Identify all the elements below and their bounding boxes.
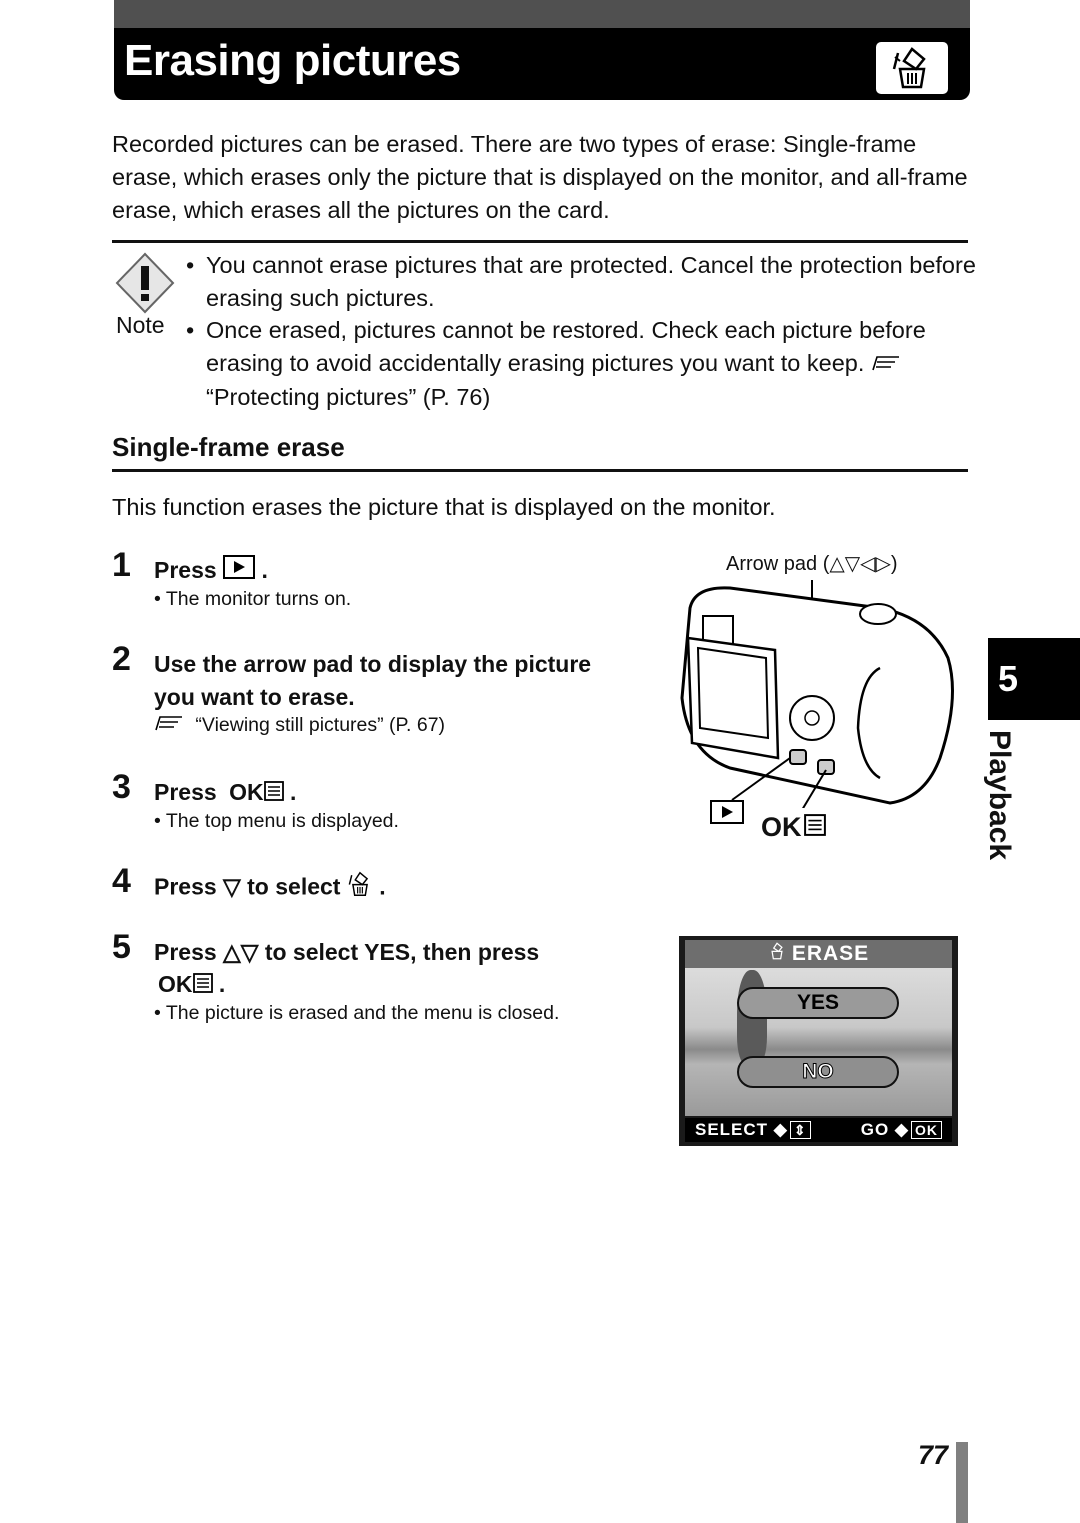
erase-trash-icon [876, 42, 948, 94]
warning-diamond-icon [114, 252, 176, 314]
reference-pointer-icon [871, 348, 901, 381]
menu-list-icon [263, 777, 284, 810]
lcd-screen: ERASE YES NO SELECT ◆ ⇕ GO ◆ OK [679, 936, 958, 1146]
section-heading: Single-frame erase [112, 432, 345, 462]
page-edge-bar [956, 1442, 968, 1523]
lcd-no-option[interactable]: NO [737, 1056, 899, 1088]
ok-box: OK [911, 1121, 942, 1139]
step-note: • The top menu is displayed. [154, 810, 399, 832]
ok-button-label: OK [761, 812, 826, 843]
step-suffix: . [289, 779, 297, 805]
page-number: 77 [918, 1440, 949, 1470]
step-note: • The picture is erased and the menu is … [154, 1002, 560, 1024]
camera-illustration [680, 580, 954, 808]
step-number: 4 [112, 862, 131, 900]
erase-trash-icon [347, 870, 373, 907]
step-number: 3 [112, 768, 131, 806]
note-label: Note [116, 312, 165, 338]
select-label: SELECT [695, 1120, 769, 1139]
note-item: You cannot erase pictures that are prote… [186, 249, 976, 314]
step-text: Press [154, 557, 217, 583]
menu-list-icon [803, 812, 826, 843]
step-number: 2 [112, 640, 131, 678]
ok-label-text: OK [761, 812, 802, 842]
step-number: 1 [112, 546, 131, 584]
step-instruction: Press △▽ to select YES, then press [154, 939, 540, 965]
step-suffix: . [379, 873, 386, 900]
step-reference: “Viewing still pictures” (P. 67) [154, 714, 445, 738]
section-description: This function erases the picture that is… [112, 494, 776, 520]
step-number: 5 [112, 928, 131, 966]
lcd-header-title: ERASE [791, 942, 870, 965]
ok-key-label: OK [158, 971, 193, 997]
note-list: You cannot erase pictures that are prote… [186, 249, 976, 413]
playback-key-icon [710, 800, 744, 829]
step-text: Press ▽ to select [154, 873, 341, 900]
step-reference-link[interactable]: “Viewing still pictures” (P. 67) [195, 714, 445, 736]
ok-key-label: OK [229, 779, 264, 805]
lcd-footer-go: GO ◆ OK [861, 1120, 942, 1140]
step-instruction: Press ▽ to select . [154, 870, 386, 907]
step-instruction-line2: OK . [158, 968, 225, 1002]
chapter-tab[interactable]: 5 [988, 638, 1080, 720]
page-title: Erasing pictures [124, 36, 461, 85]
reference-pointer-icon [154, 714, 184, 738]
lcd-yes-option[interactable]: YES [737, 987, 899, 1019]
step-instruction: Press OK . [154, 776, 296, 810]
step-suffix: . [261, 557, 268, 583]
title-bar: Erasing pictures [114, 28, 970, 100]
up-down-icon: ⇕ [789, 1121, 811, 1139]
playback-key-icon [223, 555, 256, 588]
note-reference-link[interactable]: “Protecting pictures” (P. 76) [206, 384, 490, 410]
lcd-header: ERASE [685, 940, 952, 968]
title-bar-top-band [114, 0, 970, 28]
menu-list-icon [192, 969, 213, 1002]
lcd-footer-select: SELECT ◆ ⇕ [695, 1120, 811, 1140]
intro-paragraph: Recorded pictures can be erased. There a… [112, 131, 968, 223]
note-item-text: Once erased, pictures cannot be restored… [206, 317, 926, 376]
section-divider [112, 469, 968, 472]
step-suffix: . [218, 971, 226, 997]
go-label: GO [860, 1120, 890, 1139]
step-note: • The monitor turns on. [154, 588, 352, 610]
arrow-pad-label: Arrow pad (△▽◁▷) [726, 553, 898, 575]
step-instruction: Use the arrow pad to display the picture [154, 651, 592, 677]
step-instruction-line2: you want to erase. [154, 684, 355, 710]
divider [112, 240, 968, 243]
chapter-label: Playback [983, 730, 1016, 861]
erase-trash-icon [768, 942, 786, 966]
lcd-footer: SELECT ◆ ⇕ GO ◆ OK [685, 1118, 952, 1142]
note-item: Once erased, pictures cannot be restored… [186, 314, 976, 413]
step-text: Press [154, 779, 217, 805]
step-instruction: Press . [154, 554, 268, 588]
